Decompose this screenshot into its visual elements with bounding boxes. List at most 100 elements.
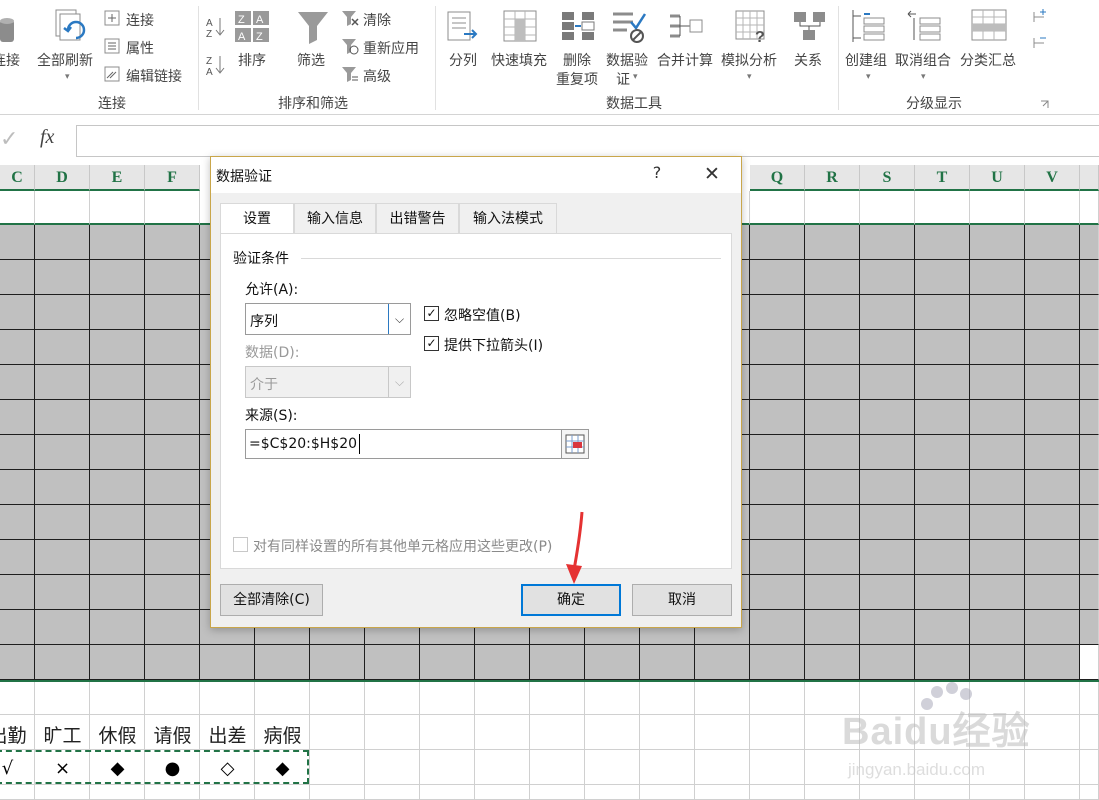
cell[interactable] [35, 330, 90, 365]
cell[interactable] [530, 715, 585, 750]
chevron-down-icon[interactable]: ▾ [921, 72, 926, 82]
cell[interactable] [805, 470, 860, 505]
apply-all-checkbox[interactable] [233, 537, 248, 552]
cell[interactable] [695, 715, 750, 750]
cell[interactable] [35, 260, 90, 295]
cell[interactable] [420, 682, 475, 715]
dialog-titlebar[interactable]: 数据验证 ? ✕ [211, 157, 741, 193]
cell[interactable] [805, 365, 860, 400]
cell[interactable] [805, 330, 860, 365]
cell[interactable] [695, 682, 750, 715]
cell[interactable] [310, 645, 365, 680]
cell[interactable] [695, 750, 750, 785]
cell[interactable] [750, 785, 805, 800]
cell[interactable] [860, 400, 915, 435]
cell[interactable] [475, 682, 530, 715]
cell[interactable] [145, 225, 200, 260]
cell[interactable] [750, 470, 805, 505]
cell[interactable] [805, 540, 860, 575]
cell[interactable] [805, 191, 860, 225]
cell[interactable] [750, 645, 805, 680]
cell[interactable] [860, 540, 915, 575]
cell[interactable] [640, 645, 695, 680]
cell[interactable] [1080, 191, 1099, 225]
ungroup-button[interactable]: 取消组合 [895, 50, 951, 70]
cell[interactable] [420, 750, 475, 785]
cell[interactable] [145, 330, 200, 365]
column-header[interactable]: T [915, 165, 970, 191]
cell[interactable] [860, 505, 915, 540]
cell[interactable] [915, 470, 970, 505]
cell[interactable] [585, 715, 640, 750]
cell[interactable] [90, 505, 145, 540]
column-header[interactable]: V [1025, 165, 1080, 191]
insert-function-button[interactable]: fx [40, 126, 54, 149]
cell[interactable] [750, 225, 805, 260]
cell[interactable] [970, 330, 1025, 365]
cell[interactable] [0, 645, 35, 680]
cell[interactable] [1025, 435, 1080, 470]
cell[interactable] [145, 575, 200, 610]
cell[interactable] [365, 715, 420, 750]
remove-duplicates-button[interactable]: 删除 [563, 50, 591, 70]
column-header[interactable]: C [0, 165, 35, 191]
cell[interactable] [915, 295, 970, 330]
cell[interactable] [1080, 540, 1099, 575]
cell[interactable] [90, 785, 145, 800]
cell[interactable] [200, 645, 255, 680]
cell[interactable] [805, 435, 860, 470]
cell[interactable] [90, 295, 145, 330]
cell[interactable] [1025, 330, 1080, 365]
cell[interactable] [0, 330, 35, 365]
connections-icon[interactable] [0, 12, 16, 46]
cell[interactable] [35, 575, 90, 610]
cell[interactable] [860, 435, 915, 470]
cell[interactable] [90, 575, 145, 610]
column-header[interactable]: F [145, 165, 200, 191]
cell[interactable] [1025, 295, 1080, 330]
cell[interactable] [0, 400, 35, 435]
cell[interactable] [1080, 575, 1099, 610]
cell[interactable] [915, 191, 970, 225]
cell[interactable] [255, 682, 310, 715]
cell[interactable] [90, 400, 145, 435]
column-header[interactable] [1080, 165, 1099, 191]
properties-button[interactable]: 属性 [126, 38, 154, 58]
cell[interactable] [860, 225, 915, 260]
cell[interactable] [365, 750, 420, 785]
cell[interactable] [970, 365, 1025, 400]
clear-button[interactable]: 清除 [363, 10, 391, 30]
cell[interactable] [530, 645, 585, 680]
cell[interactable] [915, 400, 970, 435]
cell[interactable] [750, 715, 805, 750]
cell[interactable] [860, 365, 915, 400]
create-group-button[interactable]: 创建组 [845, 50, 887, 70]
cell[interactable] [1080, 505, 1099, 540]
group-icon[interactable] [850, 8, 886, 48]
consolidate-button[interactable]: 合并计算 [657, 50, 713, 70]
cell[interactable] [90, 435, 145, 470]
cell[interactable] [530, 750, 585, 785]
cell[interactable] [90, 645, 145, 680]
cell[interactable] [805, 645, 860, 680]
cell[interactable] [1080, 785, 1099, 800]
column-header[interactable]: Q [750, 165, 805, 191]
cell[interactable] [90, 610, 145, 645]
remove-duplicates-icon[interactable] [560, 10, 596, 48]
cell[interactable] [695, 645, 750, 680]
cell[interactable] [35, 365, 90, 400]
column-header[interactable]: E [90, 165, 145, 191]
cell[interactable] [0, 470, 35, 505]
cell[interactable] [0, 610, 35, 645]
cell[interactable] [145, 295, 200, 330]
connections-button[interactable]: 连接 [126, 10, 154, 30]
cell[interactable] [90, 365, 145, 400]
cell[interactable] [145, 435, 200, 470]
cell[interactable] [145, 645, 200, 680]
cell[interactable] [860, 191, 915, 225]
dialog-launcher-icon[interactable] [1040, 98, 1050, 114]
cell[interactable] [970, 575, 1025, 610]
cell[interactable] [0, 540, 35, 575]
cell[interactable] [750, 400, 805, 435]
cell[interactable] [200, 682, 255, 715]
